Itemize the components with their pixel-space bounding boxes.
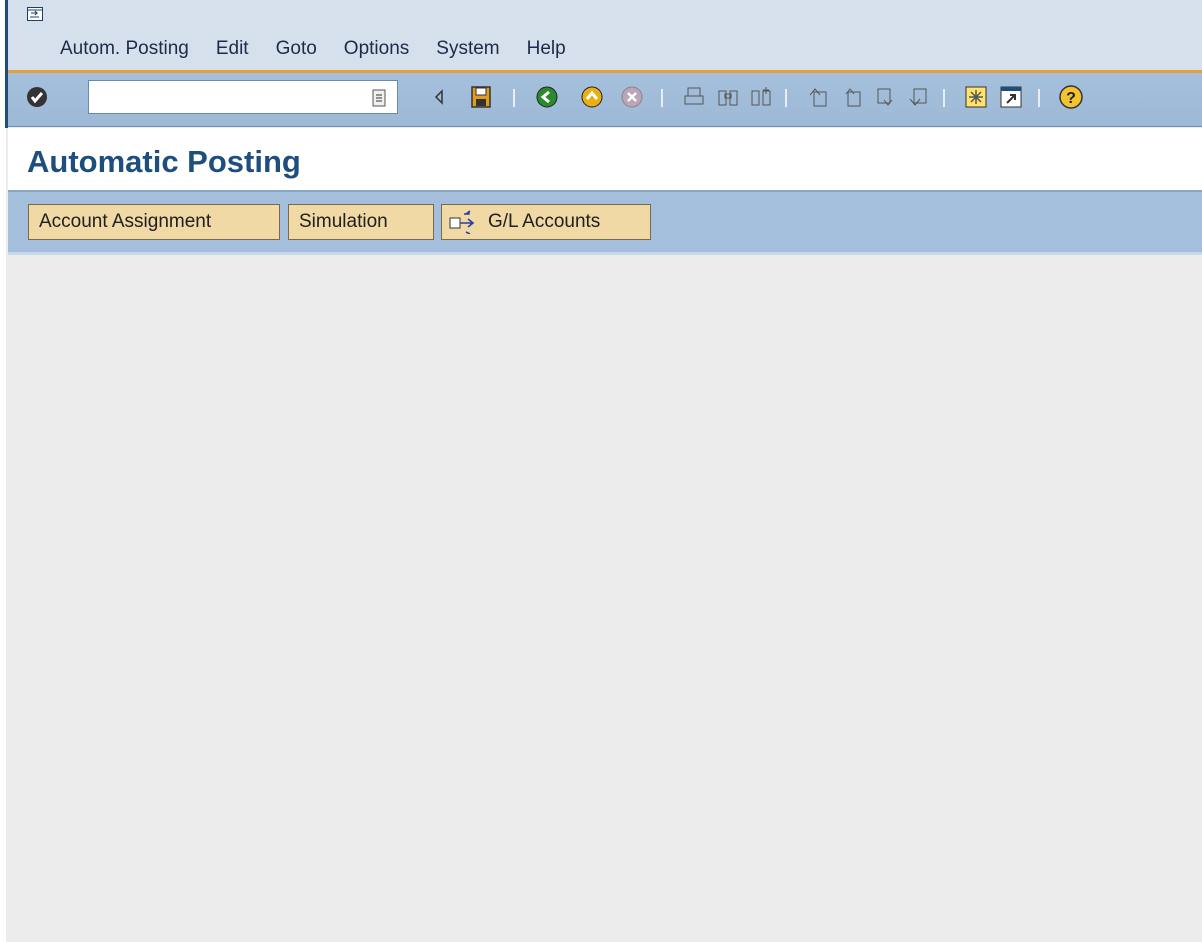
menu-item-autom-posting[interactable]: Autom. Posting bbox=[60, 38, 189, 60]
svg-text:?: ? bbox=[1066, 90, 1076, 107]
standard-toolbar: ? bbox=[8, 73, 1202, 127]
menu-item-goto[interactable]: Goto bbox=[276, 38, 317, 60]
menu-item-edit[interactable]: Edit bbox=[216, 38, 249, 60]
create-session-icon[interactable] bbox=[963, 84, 989, 110]
toolbar-separator bbox=[785, 89, 787, 107]
command-field-dropdown-icon[interactable] bbox=[372, 89, 386, 112]
toolbar-separator bbox=[943, 89, 945, 107]
last-page-icon[interactable] bbox=[905, 84, 931, 110]
other-object-icon bbox=[448, 210, 480, 234]
system-menu-icon[interactable] bbox=[27, 7, 43, 21]
previous-page-icon[interactable] bbox=[839, 84, 865, 110]
gl-accounts-button[interactable]: G/L Accounts bbox=[441, 204, 651, 240]
command-field[interactable] bbox=[88, 80, 398, 114]
toolbar-separator bbox=[661, 89, 663, 107]
back-icon[interactable] bbox=[534, 84, 560, 110]
toolbar-separator bbox=[513, 89, 515, 107]
print-icon[interactable] bbox=[681, 84, 707, 110]
find-icon[interactable] bbox=[715, 84, 741, 110]
menu-bar: Autom. Posting Edit Goto Options System … bbox=[8, 0, 1202, 70]
first-page-icon[interactable] bbox=[805, 84, 831, 110]
exit-icon[interactable] bbox=[579, 84, 605, 110]
help-icon[interactable]: ? bbox=[1058, 84, 1084, 110]
enter-icon[interactable] bbox=[24, 84, 50, 110]
application-toolbar: Account Assignment Simulation G/L Accoun… bbox=[8, 192, 1202, 255]
menu-item-options[interactable]: Options bbox=[344, 38, 409, 60]
menu-item-help[interactable]: Help bbox=[527, 38, 566, 60]
find-next-icon[interactable] bbox=[748, 84, 774, 110]
simulation-button[interactable]: Simulation bbox=[288, 204, 434, 240]
main-content-area bbox=[8, 255, 1202, 942]
account-assignment-label: Account Assignment bbox=[39, 211, 212, 232]
window-left-border bbox=[0, 0, 8, 942]
collapse-arrow-icon[interactable] bbox=[426, 84, 452, 110]
cancel-icon[interactable] bbox=[619, 84, 645, 110]
save-icon[interactable] bbox=[468, 84, 494, 110]
shortcut-icon[interactable] bbox=[998, 84, 1024, 110]
simulation-label: Simulation bbox=[299, 211, 388, 232]
account-assignment-button[interactable]: Account Assignment bbox=[28, 204, 280, 240]
gl-accounts-label: G/L Accounts bbox=[488, 211, 601, 232]
toolbar-separator bbox=[1038, 89, 1040, 107]
menu-item-system[interactable]: System bbox=[436, 38, 499, 60]
page-title: Automatic Posting bbox=[27, 144, 301, 179]
next-page-icon[interactable] bbox=[873, 84, 899, 110]
title-bar: Automatic Posting bbox=[8, 128, 1202, 192]
